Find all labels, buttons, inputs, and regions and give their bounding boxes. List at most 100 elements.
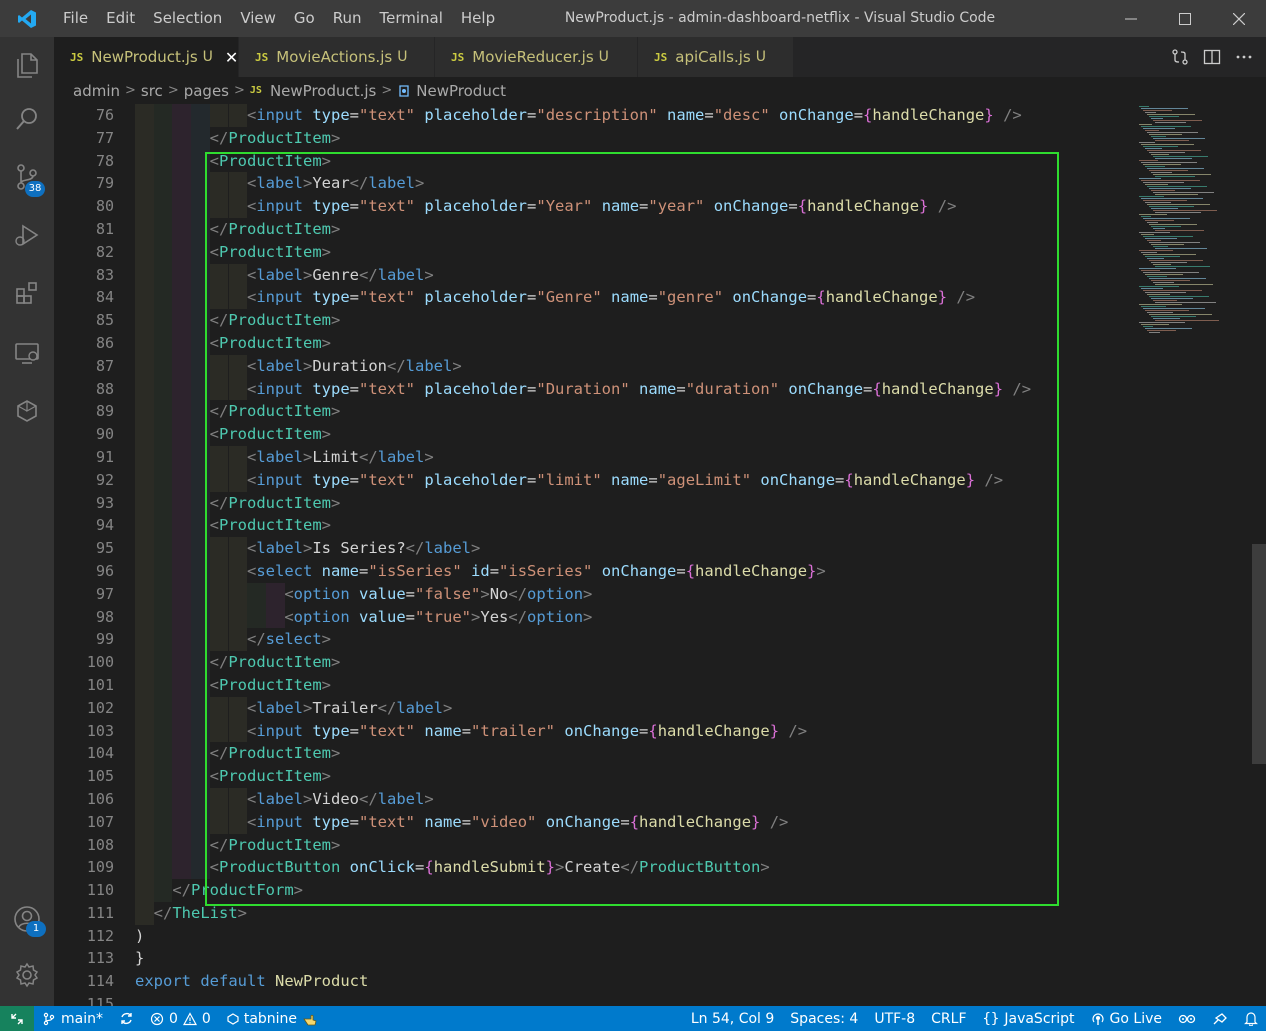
copilot-status[interactable] xyxy=(1170,1006,1204,1031)
menu-view[interactable]: View xyxy=(231,0,285,37)
tab-movieactions[interactable]: JS MovieActions.js U xyxy=(239,37,435,77)
minimap-line xyxy=(1139,304,1182,305)
feedback-button[interactable] xyxy=(1204,1006,1236,1031)
minimize-button[interactable] xyxy=(1104,0,1158,37)
vertical-scrollbar[interactable] xyxy=(1252,104,1266,1006)
breadcrumb-pages[interactable]: pages xyxy=(184,82,229,100)
end-of-line[interactable]: CRLF xyxy=(923,1006,974,1031)
indent-guide xyxy=(191,765,210,788)
menu-edit[interactable]: Edit xyxy=(97,0,144,37)
indent-guide xyxy=(172,787,192,811)
indent-guide xyxy=(228,377,248,401)
minimap-line xyxy=(1145,148,1162,149)
menu-run[interactable]: Run xyxy=(324,0,371,37)
remote-indicator[interactable] xyxy=(0,1006,34,1031)
feedback-icon xyxy=(1213,1012,1227,1024)
tab-apicalls[interactable]: JS apiCalls.js U xyxy=(638,37,794,77)
minimap-line xyxy=(1143,272,1199,273)
breadcrumb-file[interactable]: NewProduct.js xyxy=(270,82,376,100)
tabnine-indicator[interactable]: tabnine xyxy=(219,1006,326,1031)
indent-guide xyxy=(191,537,210,560)
minimap-line xyxy=(1141,306,1166,307)
minimap-line xyxy=(1147,240,1161,241)
code-line-89: </ProductItem> xyxy=(135,400,1135,424)
cursor-position[interactable]: Ln 54, Col 9 xyxy=(683,1006,782,1031)
run-debug-icon[interactable] xyxy=(0,211,54,259)
line-number: 100 xyxy=(86,653,114,672)
menu-go[interactable]: Go xyxy=(285,0,324,37)
file-encoding[interactable]: UTF-8 xyxy=(866,1006,923,1031)
minimap-line xyxy=(1151,316,1196,317)
minimap-line xyxy=(1153,174,1211,175)
minimap-line xyxy=(1145,184,1168,185)
minimap-line xyxy=(1151,262,1187,263)
indent-guide xyxy=(172,765,192,788)
remote-explorer-icon[interactable] xyxy=(0,329,54,377)
indent-guide xyxy=(153,742,173,766)
indent-guide xyxy=(209,445,229,469)
indent-guide xyxy=(153,195,173,218)
indent-guide xyxy=(153,309,173,332)
sync-button[interactable] xyxy=(111,1006,142,1031)
breadcrumb-admin[interactable]: admin xyxy=(73,82,120,100)
minimap-line xyxy=(1147,186,1207,187)
compare-changes-icon[interactable] xyxy=(1168,45,1192,69)
menu-file[interactable]: File xyxy=(54,0,97,37)
indent-guide xyxy=(153,263,173,287)
indent-guide xyxy=(191,354,210,378)
code-line-102: <label>Trailer</label> xyxy=(135,696,1135,720)
menu-terminal[interactable]: Terminal xyxy=(371,0,452,37)
search-icon[interactable] xyxy=(0,95,54,143)
problems-indicator[interactable]: 0 0 xyxy=(142,1006,219,1031)
close-window-button[interactable] xyxy=(1212,0,1266,37)
scrollbar-thumb[interactable] xyxy=(1252,544,1266,764)
source-control-icon[interactable]: 38 xyxy=(0,153,54,201)
minimap-line xyxy=(1139,214,1167,215)
maximize-button[interactable] xyxy=(1158,0,1212,37)
tab-newproduct[interactable]: JS NewProduct.js U ✕ xyxy=(54,37,239,77)
docker-icon[interactable] xyxy=(0,387,54,435)
indent-guide xyxy=(172,537,192,560)
minimap-line xyxy=(1143,218,1190,219)
minimap-line xyxy=(1149,296,1209,297)
indent-guide xyxy=(172,331,192,355)
minimap-line xyxy=(1143,200,1187,201)
code-area[interactable]: <input type="text" placeholder="descript… xyxy=(135,104,1135,993)
breadcrumb-src[interactable]: src xyxy=(141,82,163,100)
indent-guide xyxy=(191,582,210,606)
indent-guide xyxy=(153,605,173,629)
branch-indicator[interactable]: main* xyxy=(34,1006,111,1031)
notifications-button[interactable] xyxy=(1236,1006,1266,1031)
code-editor[interactable]: 76 77 78 79 80 81 82 83 84 85 86 87 88 89 90 91 92 93 94 95… xyxy=(54,104,1266,1006)
indent-guide xyxy=(191,286,210,310)
code-line-90: <ProductItem> xyxy=(135,423,1135,446)
manage-gear-icon[interactable] xyxy=(0,951,54,999)
explorer-icon[interactable] xyxy=(0,41,54,89)
extensions-icon[interactable] xyxy=(0,269,54,317)
go-live-button[interactable]: Go Live xyxy=(1083,1006,1170,1031)
tab-moviereducer[interactable]: JS MovieReducer.js U xyxy=(435,37,638,77)
code-line-78: <ProductItem> xyxy=(135,149,1135,173)
line-number: 106 xyxy=(86,789,114,808)
minimap[interactable] xyxy=(1137,104,1252,334)
accounts-icon[interactable]: 1 xyxy=(0,895,54,943)
more-actions-icon[interactable] xyxy=(1232,45,1256,69)
minimap-line xyxy=(1145,130,1159,131)
menu-selection[interactable]: Selection xyxy=(144,0,231,37)
indent-guide xyxy=(228,537,248,560)
untracked-indicator: U xyxy=(755,49,766,65)
code-line-85: </ProductItem> xyxy=(135,309,1135,332)
editor-actions xyxy=(1168,37,1256,77)
breadcrumb-symbol[interactable]: NewProduct xyxy=(416,82,506,100)
language-mode[interactable]: {} JavaScript xyxy=(975,1006,1083,1031)
indent-guide xyxy=(172,263,192,287)
line-number: 101 xyxy=(86,675,114,694)
indent-guide xyxy=(135,582,154,606)
indent-guide xyxy=(172,286,192,310)
split-editor-icon[interactable] xyxy=(1200,45,1224,69)
tab-label: apiCalls.js xyxy=(675,48,751,66)
indent-guide xyxy=(172,423,192,446)
minimap-line xyxy=(1141,162,1197,163)
indentation[interactable]: Spaces: 4 xyxy=(782,1006,866,1031)
close-tab-icon[interactable]: ✕ xyxy=(225,48,238,67)
